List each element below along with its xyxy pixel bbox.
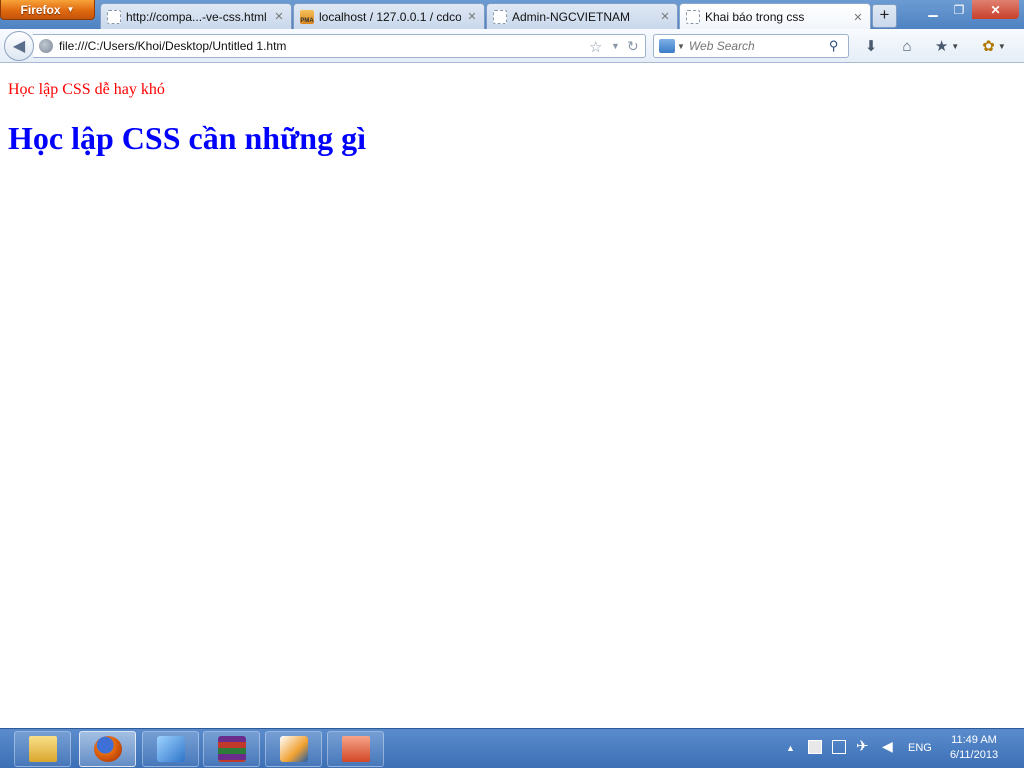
winrar-icon <box>217 736 246 762</box>
tab-label: Khai báo trong css <box>705 10 805 24</box>
chevron-down-icon: ▼ <box>997 41 1006 51</box>
tab[interactable]: http://compa...-ve-css.html ✕ <box>100 3 292 29</box>
bookmark-star-icon[interactable]: ☆ <box>589 38 602 56</box>
page-content: Học lập CSS dễ hay khó Học lập CSS cần n… <box>0 64 1024 728</box>
reload-icon[interactable]: ↻ <box>627 38 639 55</box>
url-input[interactable] <box>59 39 579 53</box>
blank-page-icon <box>107 9 121 24</box>
phpmyadmin-icon: PMA <box>300 9 314 24</box>
close-window-icon[interactable]: ✕ <box>972 0 1019 19</box>
downloads-icon[interactable]: ⬇ <box>860 35 882 57</box>
search-input[interactable] <box>688 39 827 53</box>
taskbar-app[interactable] <box>142 731 199 767</box>
bookmarks-menu-button[interactable]: ★ ▼ <box>930 35 964 57</box>
tab[interactable]: Admin-NGCVIETNAM ✕ <box>486 3 678 29</box>
app-icon <box>279 736 308 762</box>
tab-active[interactable]: Khai báo trong css ✕ <box>679 3 871 30</box>
search-icon[interactable]: ⚲ <box>829 38 839 54</box>
taskbar-file-explorer[interactable] <box>14 731 71 767</box>
clock-date: 6/11/2013 <box>949 749 999 761</box>
minimize-icon[interactable]: ▁ <box>920 0 946 19</box>
addon-button[interactable]: ✿ ▼ <box>978 35 1010 57</box>
taskbar-winrar[interactable] <box>203 731 260 767</box>
bookmarks-icon: ★ <box>934 38 949 55</box>
history-dropdown-icon[interactable]: ▼ <box>611 41 620 51</box>
chevron-down-icon: ▼ <box>66 5 75 14</box>
search-bar[interactable]: ▼ ⚲ <box>653 34 849 58</box>
tab-label: Admin-NGCVIETNAM <box>512 9 631 24</box>
chevron-down-icon: ▼ <box>951 41 960 51</box>
network-icon[interactable] <box>832 740 846 754</box>
page-paragraph: Học lập CSS dễ hay khó <box>8 81 165 98</box>
app-icon <box>156 736 185 762</box>
back-button[interactable]: ◀ <box>4 31 34 61</box>
new-tab-button[interactable]: + <box>872 4 897 28</box>
taskbar-app[interactable] <box>265 731 322 767</box>
restore-icon[interactable]: ❐ <box>946 0 972 19</box>
firefox-menu-label: Firefox <box>20 2 61 17</box>
close-tab-icon[interactable]: ✕ <box>659 10 671 23</box>
show-hidden-icons-icon[interactable]: ▲ <box>786 743 795 753</box>
taskbar-firefox[interactable] <box>79 731 136 767</box>
tab-label: http://compa...-ve-css.html <box>126 9 267 24</box>
action-center-flag-icon[interactable] <box>808 740 822 754</box>
language-indicator[interactable]: ENG <box>908 742 932 754</box>
close-tab-icon[interactable]: ✕ <box>466 10 478 23</box>
file-explorer-icon <box>28 736 57 762</box>
firefox-menu-button[interactable]: Firefox ▼ <box>0 0 95 20</box>
volume-icon[interactable]: ◀ <box>882 738 893 755</box>
back-arrow-icon: ◀ <box>12 38 26 55</box>
taskbar <box>0 728 1024 768</box>
taskbar-powerpoint[interactable] <box>327 731 384 767</box>
airplane-mode-icon[interactable]: ✈ <box>856 737 869 755</box>
powerpoint-icon <box>341 736 370 762</box>
close-tab-icon[interactable]: ✕ <box>273 10 285 23</box>
taskbar-clock[interactable]: 11:49 AM 6/11/2013 <box>944 733 1004 763</box>
blank-page-icon <box>686 10 700 24</box>
blank-page-icon <box>493 9 507 24</box>
clock-time: 11:49 AM <box>951 734 997 746</box>
url-bar[interactable]: ☆ ▼ ↻ <box>33 34 646 58</box>
home-icon[interactable]: ⌂ <box>896 35 918 57</box>
firefox-icon <box>93 736 122 762</box>
tab[interactable]: PMA localhost / 127.0.0.1 / cdco... ✕ <box>293 3 485 29</box>
close-tab-icon[interactable]: ✕ <box>852 11 864 24</box>
navigation-toolbar: ☆ ▼ ↻ ◀ ▼ ⚲ ⬇ ⌂ ★▼ ✿▼ <box>0 29 1024 63</box>
globe-icon <box>39 39 53 53</box>
title-bar: Firefox ▼ http://compa...-ve-css.html ✕ … <box>0 0 1024 30</box>
addon-icon: ✿ <box>982 38 995 55</box>
chevron-down-icon[interactable]: ▼ <box>677 42 685 51</box>
search-engine-icon[interactable] <box>659 39 675 53</box>
tab-label: localhost / 127.0.0.1 / cdco... <box>319 9 461 24</box>
page-heading: Học lập CSS cần những gì <box>8 120 366 156</box>
